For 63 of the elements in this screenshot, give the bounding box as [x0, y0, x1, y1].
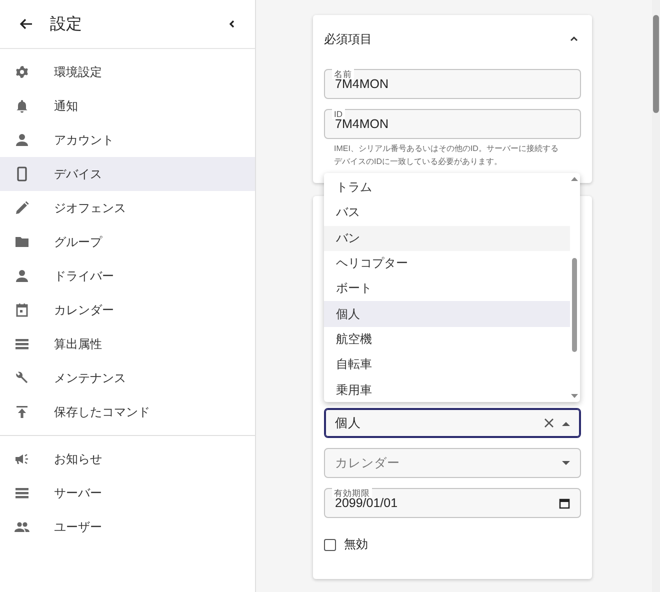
field-label: ID	[332, 109, 344, 119]
sidebar-item[interactable]: サーバー	[0, 476, 255, 510]
scroll-up-icon[interactable]	[571, 176, 578, 181]
menu-option[interactable]: トラム	[324, 175, 570, 200]
sidebar-item[interactable]: グループ	[0, 225, 255, 259]
sidebar-item[interactable]: ユーザー	[0, 510, 255, 544]
field-value: 個人	[335, 416, 536, 430]
bell-icon	[14, 98, 30, 114]
sidebar-item[interactable]: ドライバー	[0, 259, 255, 293]
field-value: 7M4MON	[335, 117, 570, 131]
gear-icon	[14, 64, 30, 80]
select-field[interactable]: カレンダー	[324, 448, 581, 478]
person-icon	[14, 132, 30, 148]
sidebar-item[interactable]: お知らせ	[0, 442, 255, 476]
placeholder-text: カレンダー	[335, 454, 401, 472]
section-title: 必須項目	[324, 30, 372, 48]
field-value: 2099/01/01	[335, 496, 399, 510]
people-icon	[14, 519, 30, 535]
list-icon	[14, 485, 30, 501]
scroll-down-icon[interactable]	[571, 394, 578, 399]
sidebar-item[interactable]: 環境設定	[0, 55, 255, 89]
menu-option[interactable]: ボート	[324, 276, 570, 302]
chevron-icon[interactable]	[569, 34, 579, 44]
sidebar-item[interactable]: カレンダー	[0, 293, 255, 327]
dropdown-arrow-icon[interactable]	[562, 420, 570, 426]
person-icon	[14, 268, 30, 284]
checkbox[interactable]	[324, 538, 336, 550]
clear-icon[interactable]	[544, 418, 554, 428]
menu-option[interactable]: 自転車	[324, 352, 570, 378]
pencil-icon	[14, 200, 30, 216]
checkbox-label: 無効	[344, 536, 368, 553]
list-icon	[14, 336, 30, 352]
calendar-icon[interactable]	[559, 498, 570, 508]
scrollbar[interactable]	[572, 258, 577, 352]
sidebar-item[interactable]: メンテナンス	[0, 361, 255, 395]
sidebar-title: 設定	[50, 14, 83, 34]
helper-text: IMEI、シリアル番号あるいはその他のID。サーバーに接続するデバイスのIDに一致している必要があります。	[333, 143, 560, 168]
sidebar-item[interactable]: アカウント	[0, 123, 255, 157]
folder-icon	[14, 234, 30, 250]
field-value: 7M4MON	[335, 77, 570, 91]
megaphone-icon	[14, 451, 30, 467]
sidebar-item[interactable]: 保存したコマンド	[0, 395, 255, 429]
dropdown-arrow-icon	[562, 460, 570, 466]
sidebar-item[interactable]: ジオフェンス	[0, 191, 255, 225]
menu-option[interactable]: バン	[324, 226, 570, 251]
scrollbar[interactable]	[652, 0, 660, 592]
category-field[interactable]: 個人	[324, 408, 581, 438]
calendar-icon	[14, 302, 30, 318]
menu-option[interactable]: バス	[324, 200, 570, 226]
back-arrow-icon[interactable]	[18, 16, 34, 32]
sidebar-item[interactable]: デバイス	[0, 157, 255, 191]
wrench-icon	[14, 370, 30, 386]
upload-icon	[14, 404, 30, 420]
sidebar-item[interactable]: 算出属性	[0, 327, 255, 361]
menu-option[interactable]: 個人	[324, 301, 570, 327]
menu-option[interactable]: 航空機	[324, 326, 570, 352]
field-label: 有効期限	[332, 488, 372, 498]
chevron-left-icon[interactable]	[227, 19, 237, 29]
sidebar-item[interactable]: 通知	[0, 89, 255, 123]
field-label: 名前	[332, 69, 354, 79]
menu-option[interactable]: 乗用車	[324, 377, 570, 402]
phone-icon	[14, 166, 30, 182]
menu-option[interactable]: ヘリコプター	[324, 250, 570, 276]
